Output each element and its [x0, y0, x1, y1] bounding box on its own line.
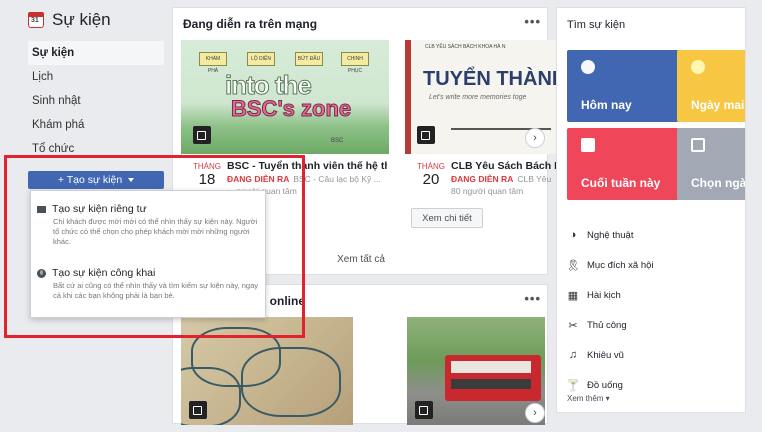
category-item[interactable]: 🎗 Mục đích xã hội	[566, 250, 743, 280]
music-icon: ♫	[568, 349, 578, 361]
event-day: 20	[422, 171, 440, 188]
category-item[interactable]: ▦ Hài kịch	[567, 280, 743, 310]
tile-this-weekend[interactable]: Cuối tuần này	[567, 128, 679, 200]
event-month: THÁNG	[417, 162, 445, 171]
category-label: Hài kịch	[587, 289, 621, 301]
category-label: Thủ công	[587, 319, 627, 331]
tile-label: Cuối tuần này	[581, 176, 661, 190]
view-details-button[interactable]: Xem chi tiết	[411, 208, 483, 228]
category-label: Khiêu vũ	[587, 349, 624, 361]
weather-icon	[581, 60, 595, 74]
see-more-link[interactable]: Xem thêm ▾	[567, 394, 610, 403]
cover-script-text: Let's write more memories toge	[429, 94, 527, 101]
sidebar-title: Sự kiện	[52, 10, 111, 29]
video-icon	[193, 126, 211, 144]
sidebar-item-discover[interactable]: Khám phá	[28, 113, 164, 137]
bus-illustration	[445, 355, 541, 401]
cocktail-icon: 🍸	[566, 379, 580, 392]
next-arrow-icon[interactable]: ›	[525, 128, 545, 148]
sidebar-header: Sự kiện	[28, 10, 111, 30]
sidebar-item-birthdays[interactable]: Sinh nhật	[28, 89, 164, 113]
sidebar-item-events[interactable]: Sự kiện	[28, 41, 164, 65]
cover-sign: KHÁM PHÁ	[199, 52, 227, 74]
calendar-icon	[28, 12, 44, 28]
video-icon	[189, 401, 207, 419]
video-icon	[417, 126, 435, 144]
event-cover-image[interactable]: KHÁM PHÁ LỘ DIỆN BỨT ĐẦU CHINH PHỤC into…	[181, 40, 389, 154]
calendar-icon	[581, 138, 595, 152]
palette-icon: ◑	[569, 229, 577, 241]
cover-stripe	[405, 40, 411, 154]
event-host[interactable]: BSC - Câu lạc bộ Kỹ ...	[293, 174, 380, 184]
category-list: ◑ Nghệ thuật 🎗 Mục đích xã hội ▦ Hài kịc…	[566, 220, 743, 400]
category-label: Đồ uống	[587, 379, 623, 391]
category-item[interactable]: ◑ Nghệ thuật	[567, 220, 743, 250]
sidebar-item-calendar[interactable]: Lịch	[28, 65, 164, 89]
highlight-box	[4, 155, 305, 338]
tile-choose-date[interactable]: Chọn ngày	[677, 128, 746, 200]
live-status: ĐANG DIỄN RA	[451, 174, 514, 184]
cover-sign: BỨT ĐẦU	[295, 52, 323, 66]
tile-label: Hôm nay	[581, 98, 632, 112]
tile-today[interactable]: Hôm nay	[567, 50, 679, 122]
cover-header-text: CLB YÊU SÁCH BÁCH KHOA HÀ N	[425, 44, 506, 50]
cover-logo-text: BSC	[331, 138, 344, 144]
find-events-panel: Tìm sự kiện Hôm nay Ngày mai Cuối tuần n…	[556, 7, 746, 413]
moon-icon	[691, 60, 705, 74]
scissors-icon: ✂	[568, 319, 578, 332]
category-item[interactable]: ✂ Thủ công	[567, 310, 743, 340]
ribbon-icon: 🎗	[566, 259, 580, 272]
cover-text: BSC's zone	[230, 96, 352, 122]
events-page: Sự kiện Sự kiện Lịch Sinh nhật Khám phá …	[0, 0, 762, 432]
calendar-outline-icon	[691, 138, 705, 152]
next-arrow-icon[interactable]: ›	[525, 403, 545, 423]
category-item[interactable]: ♫ Khiêu vũ	[567, 340, 743, 370]
video-icon	[415, 401, 433, 419]
more-options-icon[interactable]: •••	[524, 14, 541, 29]
section-title: Đang diễn ra trên mạng	[183, 17, 318, 31]
cover-sign: CHINH PHỤC	[341, 52, 369, 74]
sidebar-menu: Sự kiện Lịch Sinh nhật Khám phá Tổ chức	[28, 41, 164, 161]
cover-sign: LỘ DIỆN	[247, 52, 275, 66]
more-options-icon[interactable]: •••	[524, 291, 541, 306]
comedy-icon: ▦	[567, 289, 579, 302]
tile-tomorrow[interactable]: Ngày mai	[677, 50, 745, 122]
category-label: Mục đích xã hội	[587, 259, 654, 271]
tile-label: Chọn ngày	[691, 176, 746, 190]
panel-title: Tìm sự kiện	[567, 19, 626, 31]
event-cover-image[interactable]	[407, 317, 545, 425]
map-contour	[241, 347, 341, 417]
category-label: Nghệ thuật	[587, 229, 634, 241]
event-date: THÁNG 20	[411, 162, 451, 188]
event-host[interactable]: CLB Yêu	[517, 174, 551, 184]
tile-label: Ngày mai	[691, 98, 745, 112]
